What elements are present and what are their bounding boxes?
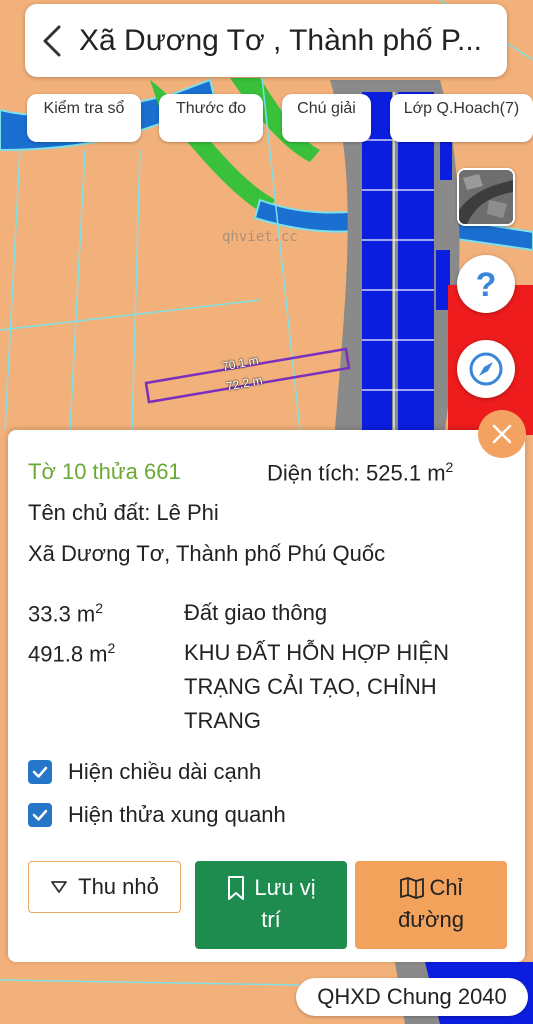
directions-label-1: Chỉ: [429, 875, 463, 900]
map-icon: [400, 877, 425, 899]
layer-button[interactable]: Lớp Q.Hoach(7): [390, 94, 533, 142]
checkmark-icon: [32, 766, 48, 778]
ruler-label: Thước đo: [175, 100, 247, 117]
bookmark-icon: [228, 876, 245, 900]
checkmark-icon: [32, 809, 48, 821]
save-location-button[interactable]: Lưu vị trí: [195, 861, 347, 949]
legend-label: Chú giải: [297, 100, 356, 117]
search-header[interactable]: Xã Dương Tơ , Thành phố P...: [25, 4, 507, 77]
satellite-thumbnail-icon: [459, 170, 513, 224]
show-neighbors-label: Hiện thửa xung quanh: [68, 802, 286, 827]
show-neighbors-option[interactable]: Hiện thửa xung quanh: [28, 800, 286, 830]
close-panel-button[interactable]: [478, 410, 526, 458]
close-icon: [492, 424, 512, 444]
parcel-area-unit-sup: 2: [445, 459, 454, 475]
save-location-label-2: trí: [261, 907, 281, 932]
question-icon: ?: [476, 266, 497, 302]
back-button[interactable]: [25, 4, 79, 77]
help-button[interactable]: ?: [457, 255, 515, 313]
parcel-area-label: Diện tích: 525.1 m: [267, 460, 446, 486]
compass-icon: [469, 352, 503, 386]
plan-version-label: QHXD Chung 2040: [317, 984, 507, 1009]
directions-label-2: đường: [398, 907, 464, 932]
compass-button[interactable]: [457, 340, 515, 398]
satellite-layer-toggle[interactable]: [457, 168, 515, 226]
plan-version-badge[interactable]: QHXD Chung 2040: [296, 978, 528, 1016]
chevron-left-icon: [43, 25, 61, 56]
zone-type: KHU ĐẤT HỖN HỢP HIỆN: [184, 640, 449, 665]
collapse-button[interactable]: Thu nhỏ: [28, 861, 181, 913]
zone-type: TRẠNG CẢI TẠO, CHỈNH: [184, 674, 437, 699]
zone-area: 491.8 m2: [28, 640, 116, 667]
ruler-button[interactable]: Thước đo: [159, 94, 263, 142]
triangle-down-icon: [51, 881, 68, 893]
zone-type: TRANG: [184, 708, 261, 733]
parcel-address: Xã Dương Tơ, Thành phố Phú Quốc: [28, 541, 386, 566]
zone-type: Đất giao thông: [184, 600, 328, 625]
sheet-parcel-number: Tờ 10 thửa 661: [28, 459, 181, 484]
show-edge-lengths-option[interactable]: Hiện chiều dài cạnh: [28, 757, 261, 787]
check-title-button[interactable]: Kiểm tra sổ: [27, 94, 141, 142]
svg-text:?: ?: [476, 266, 497, 302]
collapse-label: Thu nhỏ: [78, 874, 159, 899]
show-edge-lengths-checkbox[interactable]: [28, 760, 52, 784]
owner-name: Tên chủ đất: Lê Phi: [28, 500, 219, 525]
directions-button[interactable]: Chỉ đường: [355, 861, 507, 949]
show-neighbors-checkbox[interactable]: [28, 803, 52, 827]
watermark: qhviet.cc: [222, 229, 298, 245]
save-location-label-1: Lưu vị: [254, 875, 316, 900]
zone-area: 33.3 m2: [28, 600, 104, 627]
parcel-area: Diện tích: 525.1 m2: [267, 459, 453, 486]
show-edge-lengths-label: Hiện chiều dài cạnh: [68, 759, 262, 784]
location-title: Xã Dương Tơ , Thành phố P...: [79, 23, 483, 57]
check-title-label: Kiểm tra sổ: [43, 100, 125, 117]
layer-label: Lớp Q.Hoach(7): [403, 100, 520, 117]
legend-button[interactable]: Chú giải: [282, 94, 371, 142]
